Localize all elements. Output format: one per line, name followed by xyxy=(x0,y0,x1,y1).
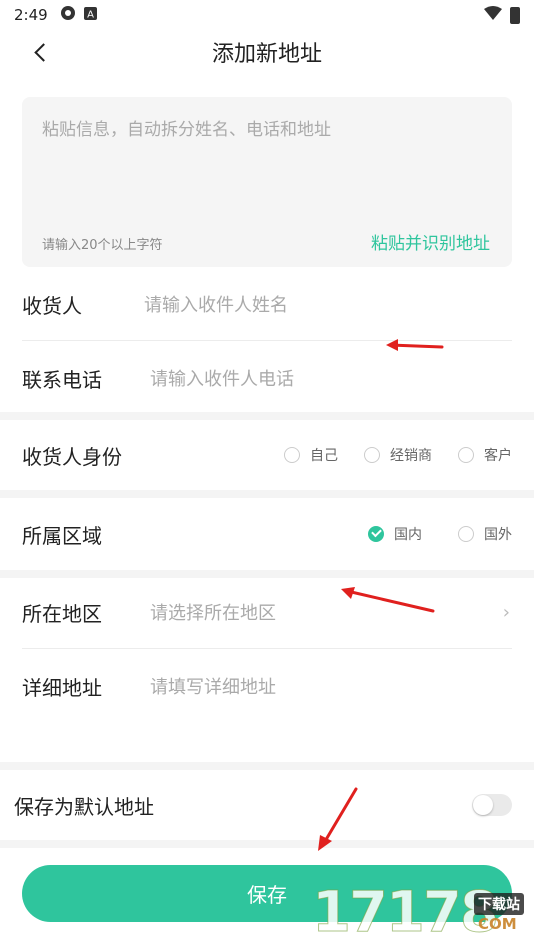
radio-icon xyxy=(458,526,474,542)
watermark-tag: 下载站 xyxy=(474,893,524,915)
paste-placeholder: 粘贴信息，自动拆分姓名、电话和地址 xyxy=(42,120,331,140)
page-title: 添加新地址 xyxy=(211,42,322,67)
wifi-icon xyxy=(484,6,502,24)
area-radio-group: 国内 国外 xyxy=(342,524,534,544)
section-separator xyxy=(0,570,534,578)
section-separator xyxy=(0,762,534,770)
detail-label: 详细地址 xyxy=(22,675,102,700)
section-separator xyxy=(0,490,534,498)
battery-icon xyxy=(510,6,520,24)
area-option-overseas[interactable]: 国外 xyxy=(458,524,512,544)
a-badge-icon: A xyxy=(83,6,97,24)
area-row: 所属区域 国内 国外 xyxy=(0,506,534,562)
radio-label: 国外 xyxy=(484,527,512,543)
settings-icon xyxy=(60,5,76,25)
recipient-input[interactable]: 请输入收件人姓名 xyxy=(144,291,288,317)
identity-option-self[interactable]: 自己 xyxy=(284,445,338,465)
paste-textarea[interactable]: 粘贴信息，自动拆分姓名、电话和地址 请输入20个以上字符 粘贴并识别地址 xyxy=(22,97,512,267)
annotation-arrow-icon xyxy=(341,587,435,613)
radio-label: 经销商 xyxy=(390,448,432,464)
default-row: 保存为默认地址 xyxy=(0,777,534,833)
region-row[interactable]: 所在地区 请选择所在地区 › xyxy=(0,584,534,640)
paste-recognize-button[interactable]: 粘贴并识别地址 xyxy=(371,229,490,254)
section-separator xyxy=(0,412,534,420)
region-select[interactable]: 请选择所在地区 xyxy=(150,599,276,625)
radio-icon xyxy=(364,447,380,463)
default-label: 保存为默认地址 xyxy=(14,794,154,819)
identity-radio-group: 自己 经销商 客户 xyxy=(258,445,534,465)
phone-input[interactable]: 请输入收件人电话 xyxy=(150,365,294,391)
identity-label: 收货人身份 xyxy=(22,444,122,469)
recipient-row: 收货人 请输入收件人姓名 xyxy=(0,276,534,332)
area-option-domestic[interactable]: 国内 xyxy=(368,524,422,544)
identity-row: 收货人身份 自己 经销商 客户 xyxy=(0,427,534,483)
radio-label: 自己 xyxy=(310,448,338,464)
phone-label: 联系电话 xyxy=(22,367,102,392)
radio-icon xyxy=(458,447,474,463)
toggle-knob xyxy=(473,795,493,815)
paste-hint: 请输入20个以上字符 xyxy=(42,238,163,253)
annotation-arrow-icon xyxy=(386,339,444,351)
phone-row: 联系电话 请输入收件人电话 xyxy=(0,350,534,406)
section-separator xyxy=(0,840,534,848)
identity-option-customer[interactable]: 客户 xyxy=(458,445,512,465)
watermark-logo: 17178 xyxy=(312,880,500,946)
detail-row: 详细地址 请填写详细地址 xyxy=(0,658,534,714)
svg-text:A: A xyxy=(87,9,94,20)
area-label: 所属区域 xyxy=(22,523,102,548)
annotation-arrow-icon xyxy=(318,787,358,851)
region-label: 所在地区 xyxy=(22,601,102,626)
radio-label: 客户 xyxy=(484,448,512,464)
watermark-domain: COM xyxy=(478,915,517,933)
divider xyxy=(22,648,512,649)
radio-icon xyxy=(284,447,300,463)
identity-option-dealer[interactable]: 经销商 xyxy=(364,445,432,465)
recipient-label: 收货人 xyxy=(22,293,82,318)
status-bar: 2:49 A xyxy=(0,0,534,30)
radio-label: 国内 xyxy=(394,527,422,543)
radio-checked-icon xyxy=(368,526,384,542)
header: 添加新地址 xyxy=(0,30,534,74)
default-toggle[interactable] xyxy=(472,794,512,816)
detail-input[interactable]: 请填写详细地址 xyxy=(150,673,276,699)
status-time: 2:49 xyxy=(14,6,48,24)
chevron-right-icon: › xyxy=(502,601,510,623)
